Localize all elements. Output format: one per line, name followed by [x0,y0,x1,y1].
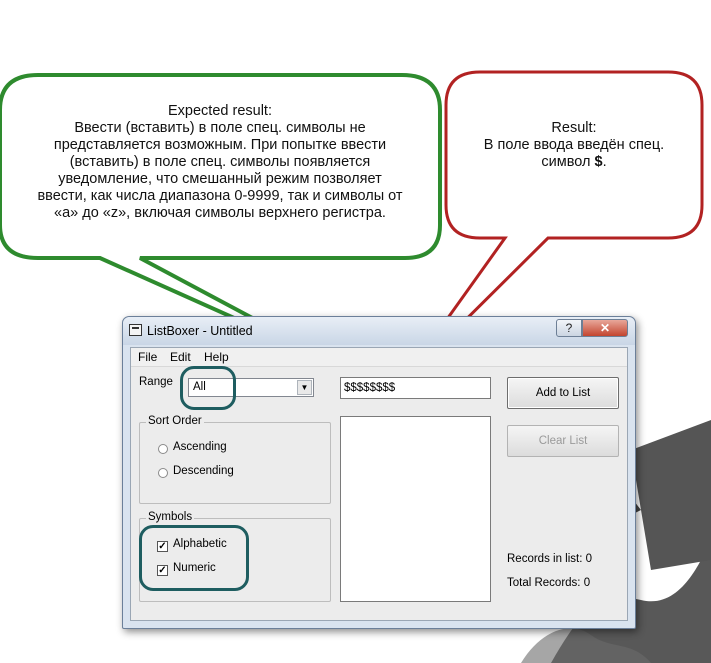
records-listbox[interactable] [340,416,491,602]
result-line-1: В поле ввода введён спец. [483,137,665,153]
radio-descending[interactable] [158,468,168,478]
symbols-highlight-mark [139,525,249,591]
add-to-list-button[interactable]: Add to List [507,377,619,409]
result-line-2-suffix: . [602,154,607,170]
radio-ascending[interactable] [158,444,168,454]
chevron-down-icon[interactable]: ▼ [297,380,312,395]
descending-label: Descending [173,465,234,477]
range-highlight-mark [180,366,236,410]
sort-order-group: Sort Order Ascending Descending [139,415,331,504]
app-icon [129,324,142,336]
window-title: ListBoxer - Untitled [147,324,253,338]
range-label: Range [139,376,173,388]
value-input[interactable]: $$$$$$$$ [340,377,491,399]
input-value: $$$$$$$$ [344,382,396,394]
symbols-title: Symbols [146,511,195,523]
clear-list-button[interactable]: Clear List [507,425,619,457]
total-records: Total Records: 0 [507,577,591,589]
title-bar[interactable]: ListBoxer - Untitled ? ✕ [123,317,635,345]
menu-file[interactable]: File [138,350,157,364]
help-button[interactable]: ? [556,319,582,337]
menu-bar: File Edit Help [131,348,627,367]
menu-help[interactable]: Help [204,350,229,364]
sort-order-title: Sort Order [146,415,204,427]
records-in-list: Records in list: 0 [507,553,593,565]
close-button[interactable]: ✕ [582,319,628,337]
result-symbol: $ [594,154,603,170]
menu-edit[interactable]: Edit [170,350,191,364]
result-title: Result: [551,120,597,136]
ascending-label: Ascending [173,441,227,453]
result-line-2-prefix: символ [541,154,595,170]
result-line-2: символ $. [446,154,702,171]
